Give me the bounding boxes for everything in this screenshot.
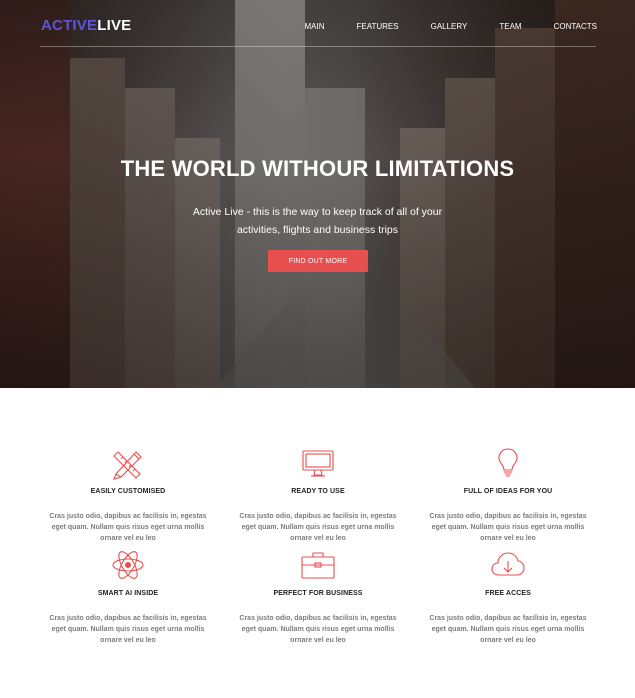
- hero-title: THE WORLD WITHOUR LIMITATIONS: [120, 156, 515, 181]
- feature-title: FREE ACCES: [485, 590, 531, 597]
- feature-text: Cras justo odio, dapibus ac facilisis in…: [49, 513, 207, 542]
- feature-text: Cras justo odio, dapibus ac facilisis in…: [239, 615, 397, 644]
- feature-title: FULL OF IDEAS FOR YOU: [463, 488, 553, 495]
- lightbulb-icon: [498, 448, 518, 477]
- atom-icon: [112, 551, 144, 579]
- feature-text: Cras justo odio, dapibus ac facilisis in…: [429, 513, 587, 542]
- nav-item-features[interactable]: FEATURES: [357, 22, 399, 31]
- nav-item-contacts[interactable]: CONTACTS: [554, 22, 597, 31]
- feature-text: Cras justo odio, dapibus ac facilisis in…: [239, 513, 397, 542]
- feature-easily-customised: EASILY CUSTOMISED Cras justo odio, dapib…: [33, 446, 223, 544]
- feature-smart-ai: SMART AI INSIDE Cras justo odio, dapibus…: [33, 548, 223, 646]
- features-section: EASILY CUSTOMISED Cras justo odio, dapib…: [0, 388, 635, 698]
- briefcase-icon: [301, 552, 335, 579]
- nav-divider: [40, 46, 596, 47]
- feature-title: PERFECT FOR BUSINESS: [273, 590, 363, 597]
- hero-overlay: [0, 0, 635, 388]
- feature-perfect-for-business: PERFECT FOR BUSINESS Cras justo odio, da…: [223, 548, 413, 646]
- cloud-download-icon: [491, 552, 525, 576]
- pencil-ruler-icon: [113, 451, 142, 480]
- navbar: ACTIVELIVE MAIN FEATURES GALLERY TEAM CO…: [0, 0, 635, 48]
- hero-subtitle: Active Live - this is the way to keep tr…: [192, 206, 443, 236]
- feature-free-acces: FREE ACCES Cras justo odio, dapibus ac f…: [413, 548, 603, 646]
- hero-section: ACTIVELIVE MAIN FEATURES GALLERY TEAM CO…: [0, 0, 635, 388]
- monitor-icon: [302, 450, 334, 477]
- feature-title: EASILY CUSTOMISED: [90, 488, 166, 495]
- nav-item-gallery[interactable]: GALLERY: [431, 22, 468, 31]
- feature-full-of-ideas: FULL OF IDEAS FOR YOU Cras justo odio, d…: [413, 446, 603, 544]
- logo-part-active: ACTIVE: [41, 17, 98, 34]
- logo-part-live: LIVE: [97, 17, 132, 34]
- feature-ready-to-use: READY TO USE Cras justo odio, dapibus ac…: [223, 446, 413, 544]
- nav-item-main[interactable]: MAIN: [305, 22, 325, 31]
- feature-title: READY TO USE: [291, 488, 345, 495]
- feature-text: Cras justo odio, dapibus ac facilisis in…: [429, 615, 587, 644]
- feature-title: SMART AI INSIDE: [97, 590, 159, 597]
- main-menu: MAIN FEATURES GALLERY TEAM CONTACTS: [273, 22, 597, 31]
- nav-item-team[interactable]: TEAM: [499, 22, 521, 31]
- find-out-more-button[interactable]: FIND OUT MORE: [268, 250, 368, 272]
- logo[interactable]: ACTIVELIVE: [41, 17, 131, 34]
- feature-text: Cras justo odio, dapibus ac facilisis in…: [49, 615, 207, 644]
